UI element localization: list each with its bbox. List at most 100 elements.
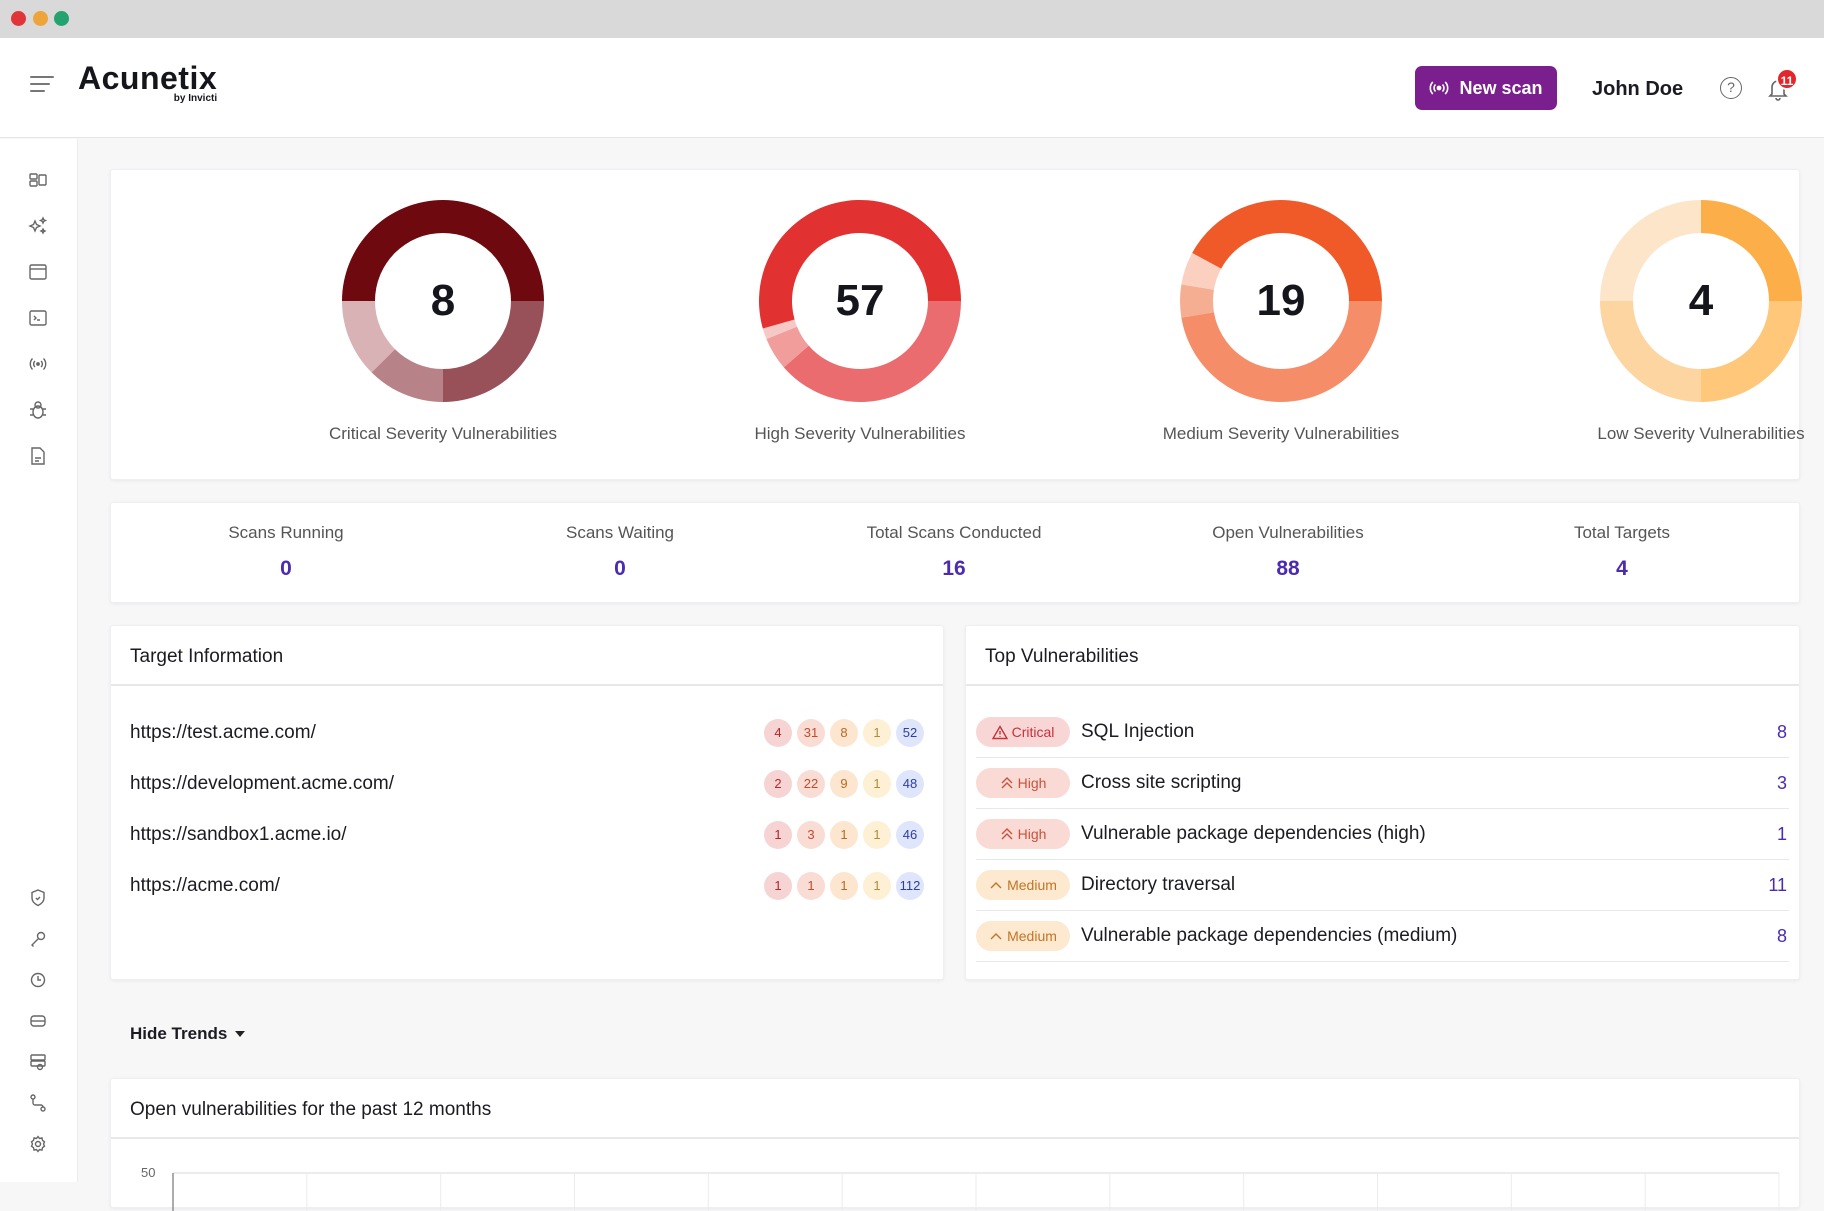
double-chevron-up-icon	[1001, 777, 1013, 789]
chevron-up-icon	[990, 882, 1002, 889]
shield-icon[interactable]	[27, 887, 49, 909]
help-icon[interactable]: ?	[1720, 77, 1742, 99]
top-header: Acunetix by Invicti New scan John Doe ? …	[0, 38, 1824, 138]
severity-badge-critical: Critical	[976, 717, 1070, 747]
severity-label: High	[1017, 826, 1047, 842]
severity-label: Medium	[1007, 877, 1057, 893]
stat-label: Scans Running	[228, 523, 344, 542]
reports-icon[interactable]	[27, 445, 49, 467]
database-icon[interactable]	[27, 1010, 49, 1032]
donut-critical[interactable]: 8 Critical Severity Vulnerabilities	[293, 198, 593, 444]
app-logo[interactable]: Acunetix by Invicti	[78, 60, 217, 104]
severity-label: Medium	[1007, 928, 1057, 944]
gear-icon[interactable]	[27, 1133, 49, 1155]
stat-value: 88	[1276, 557, 1300, 580]
target-row[interactable]: https://development.acme.com/ 2 22 9 1 4…	[130, 764, 924, 804]
severity-label: Critical	[1011, 724, 1055, 740]
donut-medium[interactable]: 19 Medium Severity Vulnerabilities	[1131, 198, 1431, 444]
donut-high[interactable]: 57 High Severity Vulnerabilities	[710, 198, 1010, 444]
caret-down-icon	[235, 1031, 246, 1037]
stat-scans-running[interactable]: Scans Running 0	[136, 523, 436, 581]
vulnerability-count[interactable]: 1	[1777, 824, 1787, 845]
vulnerability-count[interactable]: 3	[1777, 773, 1787, 794]
card-title: Top Vulnerabilities	[966, 626, 1799, 686]
new-scan-button[interactable]: New scan	[1415, 66, 1557, 110]
trends-chart-area: 50	[111, 1141, 1801, 1211]
clock-icon[interactable]	[27, 969, 49, 991]
target-url[interactable]: https://development.acme.com/	[130, 773, 759, 795]
window-maximize-button[interactable]	[54, 11, 69, 26]
low-count: 4	[1688, 276, 1714, 325]
medium-label: Medium Severity Vulnerabilities	[1162, 424, 1400, 443]
top-vulnerabilities-card: Top Vulnerabilities Critical SQL Injecti…	[965, 625, 1800, 980]
vulnerability-name[interactable]: Vulnerable package dependencies (medium)	[1081, 925, 1777, 947]
vulnerability-count[interactable]: 8	[1777, 722, 1787, 743]
target-url[interactable]: https://sandbox1.acme.io/	[130, 824, 759, 846]
integrations-icon[interactable]	[27, 1092, 49, 1114]
stat-value: 4	[1616, 557, 1628, 580]
target-information-card: Target Information https://test.acme.com…	[110, 625, 944, 980]
high-label: High Severity Vulnerabilities	[754, 424, 966, 443]
card-title: Target Information	[111, 626, 943, 686]
double-chevron-up-icon	[1001, 828, 1013, 840]
new-scan-label: New scan	[1459, 77, 1543, 98]
medium-count-pill: 8	[830, 719, 858, 747]
info-count-pill: 112	[896, 872, 924, 900]
stat-label: Open Vulnerabilities	[1212, 523, 1364, 542]
high-count-pill: 22	[797, 770, 825, 798]
target-url[interactable]: https://acme.com/	[130, 875, 759, 897]
warning-triangle-icon	[991, 724, 1008, 739]
vulnerability-name[interactable]: Directory traversal	[1081, 874, 1768, 896]
vulnerability-row[interactable]: Critical SQL Injection 8	[976, 707, 1789, 758]
target-url[interactable]: https://test.acme.com/	[130, 722, 759, 744]
high-count-pill: 1	[797, 872, 825, 900]
severity-label: High	[1017, 775, 1047, 791]
scans-icon[interactable]	[27, 307, 49, 329]
scan-stats-card: Scans Running 0 Scans Waiting 0 Total Sc…	[110, 502, 1800, 603]
menu-toggle-icon[interactable]	[30, 74, 54, 92]
critical-label: Critical Severity Vulnerabilities	[328, 424, 557, 443]
chevron-up-icon	[990, 933, 1002, 940]
vulnerability-name[interactable]: Cross site scripting	[1081, 772, 1777, 794]
discovery-icon[interactable]	[27, 215, 49, 237]
severity-badge-high: High	[976, 819, 1070, 849]
low-count-pill: 1	[863, 821, 891, 849]
target-row[interactable]: https://sandbox1.acme.io/ 1 3 1 1 46	[130, 815, 924, 855]
medium-count-pill: 9	[830, 770, 858, 798]
stat-label: Scans Waiting	[565, 523, 675, 542]
hide-trends-toggle[interactable]: Hide Trends	[130, 1024, 246, 1044]
stat-scans-waiting[interactable]: Scans Waiting 0	[470, 523, 770, 581]
vulnerability-count[interactable]: 8	[1777, 926, 1787, 947]
vulnerability-name[interactable]: Vulnerable package dependencies (high)	[1081, 823, 1777, 845]
stat-label: Total Targets	[1573, 523, 1671, 542]
info-count-pill: 46	[896, 821, 924, 849]
vulnerability-row[interactable]: High Cross site scripting 3	[976, 758, 1789, 809]
servers-icon[interactable]	[27, 1051, 49, 1073]
window-close-button[interactable]	[11, 11, 26, 26]
window-minimize-button[interactable]	[33, 11, 48, 26]
severity-badge-high: High	[976, 768, 1070, 798]
stat-open-vulnerabilities[interactable]: Open Vulnerabilities 88	[1138, 523, 1438, 581]
user-menu[interactable]: John Doe	[1592, 78, 1683, 101]
info-count-pill: 48	[896, 770, 924, 798]
low-count-pill: 1	[863, 872, 891, 900]
stat-total-scans[interactable]: Total Scans Conducted 16	[804, 523, 1104, 581]
donut-low[interactable]: 4 Low Severity Vulnerabilities	[1551, 198, 1824, 444]
target-row[interactable]: https://test.acme.com/ 4 31 8 1 52	[130, 713, 924, 753]
dashboard-icon[interactable]	[27, 169, 49, 191]
critical-count-pill: 1	[764, 821, 792, 849]
key-icon[interactable]	[27, 928, 49, 950]
stat-total-targets[interactable]: Total Targets 4	[1472, 523, 1772, 581]
target-row[interactable]: https://acme.com/ 1 1 1 1 112	[130, 866, 924, 906]
vulnerability-name[interactable]: SQL Injection	[1081, 721, 1777, 743]
vulnerabilities-icon[interactable]	[27, 399, 49, 421]
targets-icon[interactable]	[27, 261, 49, 283]
vulnerability-row[interactable]: High Vulnerable package dependencies (hi…	[976, 809, 1789, 860]
medium-count-pill: 1	[830, 821, 858, 849]
scanning-icon[interactable]	[27, 353, 49, 375]
vulnerability-count[interactable]: 11	[1768, 875, 1787, 896]
medium-count-pill: 1	[830, 872, 858, 900]
stat-value: 0	[280, 557, 292, 580]
vulnerability-row[interactable]: Medium Directory traversal 11	[976, 860, 1789, 911]
vulnerability-row[interactable]: Medium Vulnerable package dependencies (…	[976, 911, 1789, 962]
